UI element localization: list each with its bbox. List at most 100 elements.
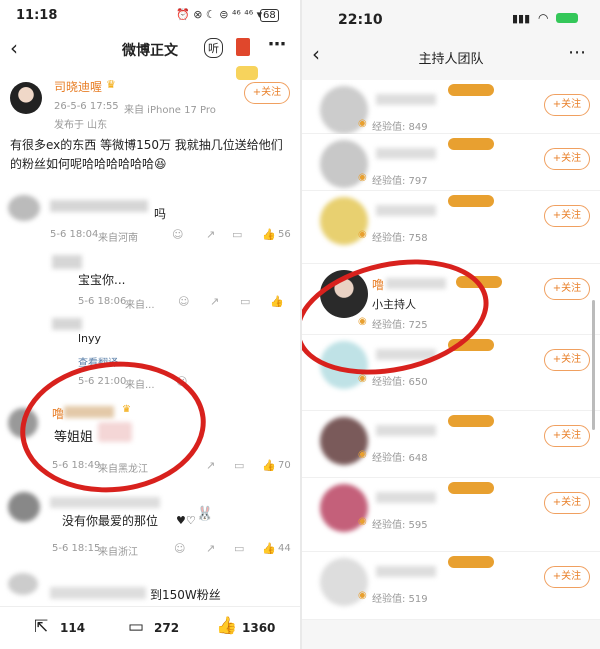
member-row[interactable]: ◉ 经验值: 758 +关注 [302,191,600,264]
scrollbar[interactable] [592,300,595,430]
follow-button[interactable]: +关注 [544,94,590,116]
like-count: 70 [278,460,291,471]
member-name[interactable]: 噜 [372,276,384,293]
follow-button[interactable]: +关注 [544,148,590,170]
repost-icon[interactable]: ↗ [206,459,215,472]
like-icon[interactable]: 👍 [270,295,284,308]
page-title: 主持人团队 [418,52,484,67]
reply-icon[interactable]: ▭ [240,295,250,308]
comment-text: 吗 [154,207,167,221]
member-exp: 经验值: 595 [372,520,428,531]
member-role: 小主持人 [372,298,416,311]
comment-icon[interactable]: ☺ [172,228,183,241]
battery-indicator: 68 [260,9,279,22]
comment-icon[interactable]: ☺ [174,542,185,555]
wifi-icon: ◠ [538,11,549,25]
member-exp: 经验值: 519 [372,594,428,605]
reply-icon[interactable]: ▭ [232,228,242,241]
action-bar: ⇱ 114 ▭ 272 👍 1360 [0,606,300,649]
redacted-text [50,587,146,599]
member-row[interactable]: ◉ 经验值: 650 +关注 [302,335,600,411]
comment-text: 等姐姐 [54,430,94,445]
post-date: 26-5-6 17:55 [54,101,119,112]
member-row[interactable]: 噜小主持人 ◉ 经验值: 725 +关注 [302,264,600,335]
share-card-icon[interactable] [236,38,250,56]
comment-count: 272 [154,621,180,635]
like-icon[interactable]: 👍 [262,228,276,241]
comment-icon[interactable]: ☺ [178,295,189,308]
member-exp: 经验值: 797 [372,176,428,187]
repost-icon[interactable]: ↗ [210,295,219,308]
comment-location: 来自浙江 [98,547,138,558]
member-exp: 经验值: 849 [372,122,428,133]
post-device: 来自 iPhone 17 Pro [124,105,216,116]
fan-level-badge [448,195,494,207]
follow-button[interactable]: +关注 [244,82,290,104]
comment-location: 来自... [125,300,155,311]
repost-icon[interactable]: ⇱ [34,617,48,637]
reply-icon[interactable]: ▭ [234,542,244,555]
like-icon[interactable]: 👍 [262,542,276,555]
host-team-screen: 22:10 ▮▮▮ ◠ ‹ 主持人团队 ⋯ ◉ 经验值: 849 +关注 ◉ 经验值: … [302,0,600,649]
member-row[interactable]: ◉ 经验值: 595 +关注 [302,478,600,552]
like-icon[interactable]: 👍 [262,459,276,472]
comment-location: 来自黑龙江 [98,464,148,475]
member-row[interactable]: ◉ 经验值: 519 +关注 [302,552,600,620]
exp-icon: ◉ [358,590,367,601]
redacted-text [386,278,446,289]
member-row[interactable]: ◉ 经验值: 648 +关注 [302,411,600,478]
comment-date: 5-6 18:06 [78,296,127,307]
listen-icon[interactable]: 听 [204,38,223,58]
comment-date: 5-6 18:04 [50,229,99,240]
battery-icon [556,13,578,23]
more-icon[interactable]: ⋯ [268,34,286,55]
status-icons: ⏰ ⊗ ☾ ⊜ ⁴⁶ ⁴⁶ ▾ [176,8,263,21]
translate-link[interactable]: 查看翻译 [78,354,118,369]
redacted-text [376,148,436,159]
signal-icon: ▮▮▮ [512,12,531,25]
page-title: 微博正文 [122,43,178,59]
member-row[interactable]: ◉ 经验值: 849 +关注 [302,80,600,134]
comment-icon[interactable]: ▭ [128,617,144,637]
comment-text: lnyy [78,332,102,345]
like-icon[interactable]: 👍 [216,616,237,636]
like-count: 1360 [242,621,276,635]
redacted-text [50,200,148,212]
comment-icon[interactable]: ☺ [176,375,187,388]
redacted-text [376,566,436,577]
comment-avatar[interactable] [8,492,40,522]
reply-icon[interactable]: ▭ [234,459,244,472]
member-exp: 经验值: 648 [372,453,428,464]
member-row[interactable]: ◉ 经验值: 797 +关注 [302,134,600,191]
status-time: 22:10 [338,12,383,28]
comment-text: 宝宝你... [78,273,126,287]
follow-button[interactable]: +关注 [544,205,590,227]
commenter-name[interactable]: 噜 [52,405,64,422]
comment-avatar[interactable] [8,195,40,221]
redacted-text [376,425,436,436]
bunny-sticker-icon: 🐰 [196,506,214,522]
fan-level-badge [448,138,494,150]
fan-badge-icon: ♛ [122,404,131,415]
comment-avatar[interactable] [8,573,38,595]
post-body-line: 的粉丝如何呢哈哈哈哈哈哈 [10,157,155,171]
emoji-icon: ♥♡ [176,514,196,527]
weibo-post-screen: 11:18 ⏰ ⊗ ☾ ⊜ ⁴⁶ ⁴⁶ ▾ 68 ‹ 微博正文 听 ⋯ 司晓迪喔… [0,0,300,649]
comment-location: 来自... [125,380,155,391]
repost-icon[interactable]: ↗ [206,228,215,241]
comment-avatar[interactable] [8,408,38,438]
author-avatar[interactable] [10,82,42,114]
follow-button[interactable]: +关注 [544,566,590,588]
follow-button[interactable]: +关注 [544,278,590,300]
author-name[interactable]: 司晓迪喔 [54,78,102,95]
nav-bar: ‹ 微博正文 听 ⋯ [0,32,300,68]
follow-button[interactable]: +关注 [544,492,590,514]
repost-icon[interactable]: ↗ [206,542,215,555]
member-avatar[interactable] [320,270,368,318]
exp-icon: ◉ [358,316,367,327]
redacted-text [52,255,82,269]
more-icon[interactable]: ⋯ [568,42,586,63]
redacted-text [52,318,82,330]
follow-button[interactable]: +关注 [544,349,590,371]
follow-button[interactable]: +关注 [544,425,590,447]
